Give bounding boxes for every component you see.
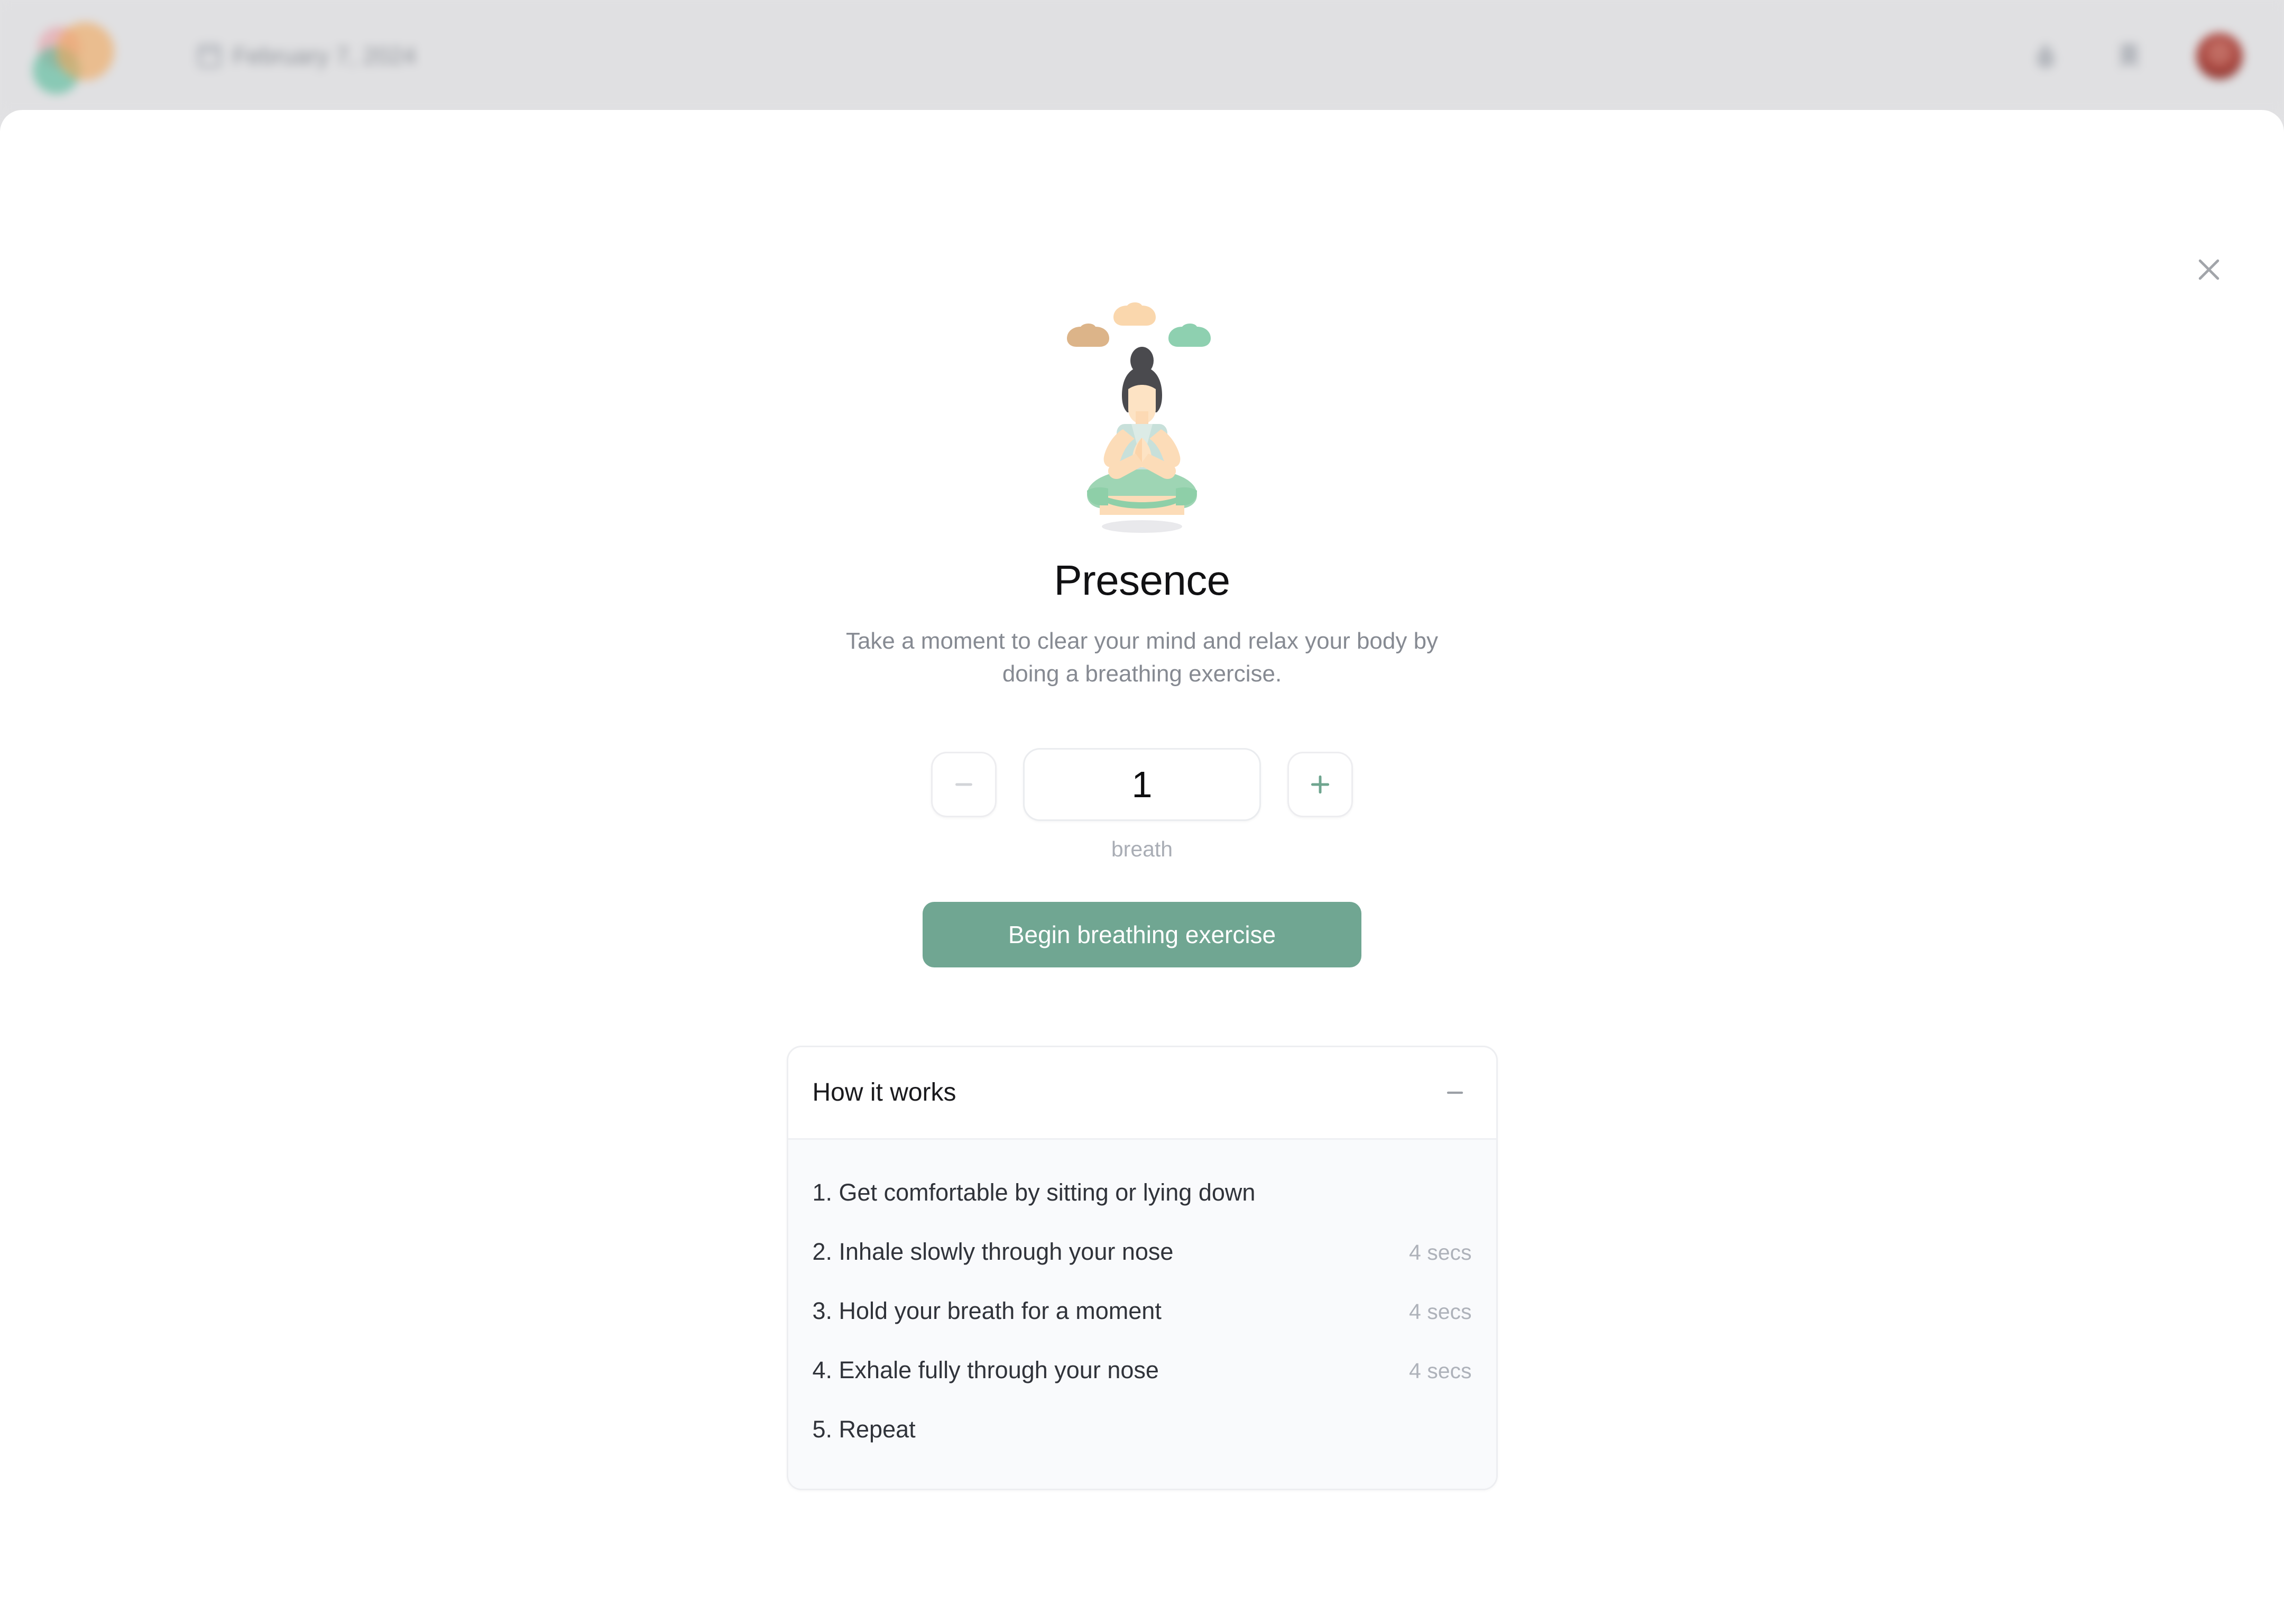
- user-avatar[interactable]: [2196, 33, 2243, 79]
- breath-stepper: 1: [931, 748, 1353, 821]
- decrement-breath-button[interactable]: [931, 751, 997, 817]
- meditation-illustration: [994, 274, 1290, 538]
- minus-icon: [1447, 1091, 1463, 1094]
- breath-unit-label: breath: [1111, 836, 1173, 861]
- step-text: 2. Inhale slowly through your nose: [812, 1238, 1174, 1265]
- step-duration: 4 secs: [1409, 1358, 1472, 1383]
- step-text: 1. Get comfortable by sitting or lying d…: [812, 1178, 1256, 1206]
- water-drop-icon[interactable]: [2029, 40, 2062, 72]
- breath-count-value: 1: [1131, 763, 1153, 805]
- step-duration: 4 secs: [1409, 1240, 1472, 1265]
- plus-icon: [1311, 775, 1330, 794]
- header-actions: [2029, 33, 2243, 79]
- app-header: February 7, 2024: [0, 0, 2284, 112]
- breath-count-input[interactable]: 1: [1023, 748, 1261, 821]
- step-text: 3. Hold your breath for a moment: [812, 1297, 1162, 1324]
- app-logo[interactable]: [24, 19, 114, 94]
- close-button[interactable]: [2185, 245, 2233, 294]
- list-item: 1. Get comfortable by sitting or lying d…: [813, 1163, 1472, 1222]
- how-it-works-title: How it works: [812, 1078, 956, 1107]
- list-item: 3. Hold your breath for a moment 4 secs: [813, 1281, 1472, 1341]
- step-text: 5. Repeat: [812, 1415, 916, 1443]
- collapse-button[interactable]: [1438, 1076, 1472, 1110]
- exercise-title: Presence: [1054, 557, 1230, 604]
- date-selector[interactable]: February 7, 2024: [198, 42, 417, 70]
- logo-blob-orange: [56, 22, 114, 80]
- step-text: 4. Exhale fully through your nose: [812, 1356, 1159, 1383]
- step-duration: 4 secs: [1409, 1299, 1472, 1324]
- how-it-works-card: How it works 1. Get comfortable by sitti…: [786, 1045, 1498, 1490]
- increment-breath-button[interactable]: [1287, 751, 1353, 817]
- calendar-icon: [198, 44, 221, 68]
- list-item: 5. Repeat: [813, 1400, 1472, 1459]
- bookmark-icon[interactable]: [2113, 40, 2145, 72]
- list-item: 4. Exhale fully through your nose 4 secs: [813, 1341, 1472, 1400]
- how-it-works-steps: 1. Get comfortable by sitting or lying d…: [788, 1138, 1496, 1489]
- list-item: 2. Inhale slowly through your nose 4 sec…: [813, 1222, 1472, 1281]
- header-date-label: February 7, 2024: [233, 42, 417, 69]
- modal-content: Presence Take a moment to clear your min…: [0, 110, 2284, 1490]
- begin-exercise-button[interactable]: Begin breathing exercise: [923, 901, 1361, 967]
- exercise-modal: Presence Take a moment to clear your min…: [0, 110, 2284, 1624]
- minus-icon: [955, 783, 972, 786]
- exercise-description: Take a moment to clear your mind and rel…: [845, 628, 1439, 687]
- close-icon: [2198, 259, 2219, 280]
- how-it-works-header[interactable]: How it works: [788, 1047, 1496, 1138]
